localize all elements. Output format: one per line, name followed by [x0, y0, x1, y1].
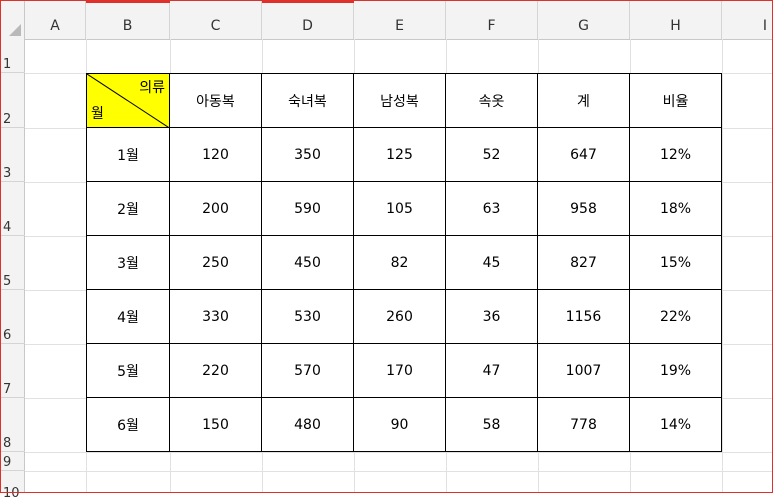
row-header-6[interactable]: 6	[0, 290, 25, 344]
total-cell[interactable]: 1007	[538, 344, 630, 398]
corner-label-top: 의류	[139, 80, 165, 96]
column-header-bar: A B C D E F G H I	[0, 0, 773, 40]
corner-label-bottom: 월	[91, 106, 104, 122]
total-cell[interactable]: 827	[538, 236, 630, 290]
month-cell[interactable]: 3월	[86, 236, 170, 290]
value-cell[interactable]: 63	[446, 182, 538, 236]
value-cell[interactable]: 47	[446, 344, 538, 398]
value-cell[interactable]: 105	[354, 182, 446, 236]
month-cell[interactable]: 5월	[86, 344, 170, 398]
row-header-5[interactable]: 5	[0, 236, 25, 290]
selection-marker-b	[86, 0, 170, 3]
month-cell[interactable]: 1월	[86, 128, 170, 182]
header-cell[interactable]: 속옷	[446, 73, 538, 128]
value-cell[interactable]: 530	[262, 290, 354, 344]
total-cell[interactable]: 958	[538, 182, 630, 236]
row-header-1[interactable]: 1	[0, 39, 25, 73]
total-cell[interactable]: 778	[538, 398, 630, 452]
column-header-i[interactable]: I	[722, 0, 773, 39]
value-cell[interactable]: 170	[354, 344, 446, 398]
value-cell[interactable]: 570	[262, 344, 354, 398]
column-header-f[interactable]: F	[446, 0, 538, 39]
value-cell[interactable]: 45	[446, 236, 538, 290]
row-header-10[interactable]: 10	[0, 471, 25, 501]
ratio-cell[interactable]: 19%	[630, 344, 722, 398]
row-header-2[interactable]: 2	[0, 73, 25, 128]
value-cell[interactable]: 450	[262, 236, 354, 290]
row-header-bar: 1 2 3 4 5 6 7 8 9 10	[0, 39, 25, 501]
selection-marker-d	[262, 0, 354, 3]
total-cell[interactable]: 647	[538, 128, 630, 182]
ratio-cell[interactable]: 22%	[630, 290, 722, 344]
value-cell[interactable]: 150	[170, 398, 262, 452]
month-cell[interactable]: 4월	[86, 290, 170, 344]
total-cell[interactable]: 1156	[538, 290, 630, 344]
column-header-g[interactable]: G	[538, 0, 630, 39]
ratio-cell[interactable]: 14%	[630, 398, 722, 452]
value-cell[interactable]: 120	[170, 128, 262, 182]
value-cell[interactable]: 330	[170, 290, 262, 344]
select-all-corner[interactable]	[0, 0, 25, 39]
value-cell[interactable]: 125	[354, 128, 446, 182]
ratio-cell[interactable]: 12%	[630, 128, 722, 182]
row-header-9[interactable]: 9	[0, 452, 25, 471]
value-cell[interactable]: 58	[446, 398, 538, 452]
value-cell[interactable]: 52	[446, 128, 538, 182]
column-header-d[interactable]: D	[262, 0, 354, 39]
value-cell[interactable]: 36	[446, 290, 538, 344]
row-header-7[interactable]: 7	[0, 344, 25, 398]
value-cell[interactable]: 90	[354, 398, 446, 452]
header-cell[interactable]: 남성복	[354, 73, 446, 128]
header-cell[interactable]: 계	[538, 73, 630, 128]
header-cell[interactable]: 아동복	[170, 73, 262, 128]
column-header-e[interactable]: E	[354, 0, 446, 39]
header-cell[interactable]: 비율	[630, 73, 722, 128]
month-cell[interactable]: 2월	[86, 182, 170, 236]
month-cell[interactable]: 6월	[86, 398, 170, 452]
value-cell[interactable]: 480	[262, 398, 354, 452]
value-cell[interactable]: 350	[262, 128, 354, 182]
diagonal-header-cell[interactable]: 의류 월	[86, 73, 171, 129]
value-cell[interactable]: 82	[354, 236, 446, 290]
ratio-cell[interactable]: 15%	[630, 236, 722, 290]
row-header-8[interactable]: 8	[0, 398, 25, 452]
select-all-icon	[9, 24, 21, 36]
row-header-3[interactable]: 3	[0, 128, 25, 182]
header-cell[interactable]: 숙녀복	[262, 73, 354, 128]
column-header-a[interactable]: A	[25, 0, 86, 39]
row-header-4[interactable]: 4	[0, 182, 25, 236]
value-cell[interactable]: 250	[170, 236, 262, 290]
value-cell[interactable]: 260	[354, 290, 446, 344]
value-cell[interactable]: 200	[170, 182, 262, 236]
ratio-cell[interactable]: 18%	[630, 182, 722, 236]
column-header-c[interactable]: C	[170, 0, 262, 39]
column-header-b[interactable]: B	[86, 0, 170, 39]
value-cell[interactable]: 220	[170, 344, 262, 398]
column-header-h[interactable]: H	[630, 0, 722, 39]
value-cell[interactable]: 590	[262, 182, 354, 236]
